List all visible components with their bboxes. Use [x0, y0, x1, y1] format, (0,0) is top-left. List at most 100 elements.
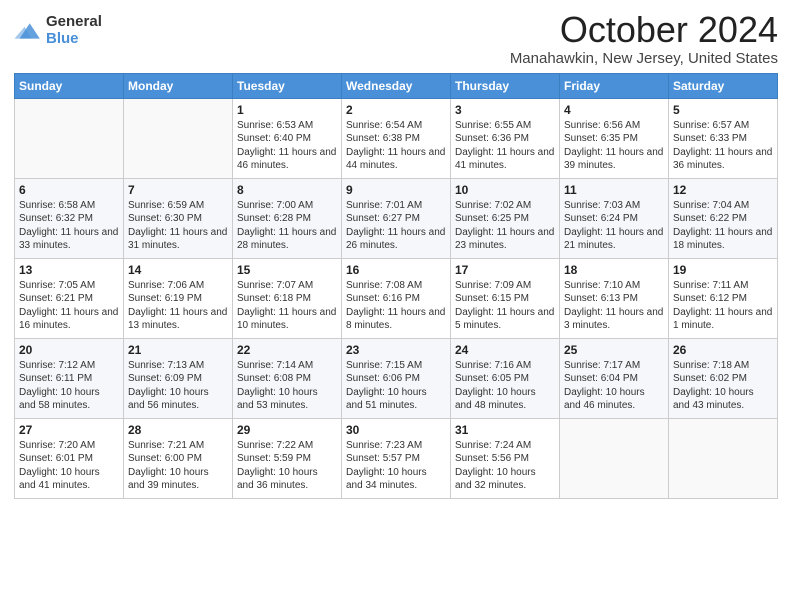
location-title: Manahawkin, New Jersey, United States	[510, 50, 778, 67]
calendar-cell: 9 Sunrise: 7:01 AM Sunset: 6:27 PM Daylig…	[342, 178, 451, 258]
calendar-cell: 21Sunrise: 7:13 AM Sunset: 6:09 PM Dayli…	[124, 338, 233, 418]
cell-content: Sunrise: 6:56 AM Sunset: 6:35 PM Dayligh…	[564, 119, 664, 173]
day-number: 19	[673, 263, 773, 277]
logo-general: General	[46, 14, 102, 31]
day-number: 16	[346, 263, 446, 277]
cell-content: Sunrise: 6:53 AM Sunset: 6:40 PM Dayligh…	[237, 119, 337, 173]
page: General Blue October 2024 Manahawkin, Ne…	[0, 0, 792, 612]
calendar-week-row: 20 Sunrise: 7:12 AM Sunset: 6:11 PM Dayli…	[15, 338, 778, 418]
calendar-cell: 29Sunrise: 7:22 AM Sunset: 5:59 PM Dayli…	[233, 418, 342, 498]
calendar-cell: 30 Sunrise: 7:23 AM Sunset: 5:57 PM Dayli…	[342, 418, 451, 498]
cell-content: Sunrise: 7:15 AM Sunset: 6:06 PM Dayligh…	[346, 359, 446, 413]
col-sunday: Sunday	[15, 73, 124, 98]
day-number: 3	[455, 103, 555, 117]
calendar-cell: 23 Sunrise: 7:15 AM Sunset: 6:06 PM Dayli…	[342, 338, 451, 418]
day-number: 23	[346, 343, 446, 357]
day-number: 2	[346, 103, 446, 117]
day-number: 14	[128, 263, 228, 277]
day-number: 6	[19, 183, 119, 197]
day-number: 29	[237, 423, 337, 437]
cell-content: Sunrise: 7:10 AM Sunset: 6:13 PM Dayligh…	[564, 279, 664, 333]
day-number: 4	[564, 103, 664, 117]
calendar-cell: 20 Sunrise: 7:12 AM Sunset: 6:11 PM Dayli…	[15, 338, 124, 418]
calendar-cell: 1 Sunrise: 6:53 AM Sunset: 6:40 PM Daylig…	[233, 98, 342, 178]
calendar-cell	[15, 98, 124, 178]
calendar-cell: 16Sunrise: 7:08 AM Sunset: 6:16 PM Dayli…	[342, 258, 451, 338]
title-block: October 2024 Manahawkin, New Jersey, Uni…	[510, 10, 778, 67]
cell-content: Sunrise: 6:55 AM Sunset: 6:36 PM Dayligh…	[455, 119, 555, 173]
calendar-week-row: 6Sunrise: 6:58 AM Sunset: 6:32 PM Daylig…	[15, 178, 778, 258]
cell-content: Sunrise: 7:14 AM Sunset: 6:08 PM Dayligh…	[237, 359, 337, 413]
day-number: 24	[455, 343, 555, 357]
day-number: 25	[564, 343, 664, 357]
day-number: 20	[19, 343, 119, 357]
cell-content: Sunrise: 7:12 AM Sunset: 6:11 PM Dayligh…	[19, 359, 119, 413]
day-number: 31	[455, 423, 555, 437]
day-number: 8	[237, 183, 337, 197]
logo-icon	[14, 20, 42, 42]
cell-content: Sunrise: 7:01 AM Sunset: 6:27 PM Dayligh…	[346, 199, 446, 253]
calendar-cell: 24 Sunrise: 7:16 AM Sunset: 6:05 PM Dayli…	[451, 338, 560, 418]
cell-content: Sunrise: 6:57 AM Sunset: 6:33 PM Dayligh…	[673, 119, 773, 173]
cell-content: Sunrise: 7:23 AM Sunset: 5:57 PM Dayligh…	[346, 439, 446, 493]
day-number: 7	[128, 183, 228, 197]
day-number: 10	[455, 183, 555, 197]
day-number: 30	[346, 423, 446, 437]
col-saturday: Saturday	[669, 73, 778, 98]
cell-content: Sunrise: 7:07 AM Sunset: 6:18 PM Dayligh…	[237, 279, 337, 333]
day-number: 27	[19, 423, 119, 437]
calendar-header-row: Sunday Monday Tuesday Wednesday Thursday…	[15, 73, 778, 98]
col-wednesday: Wednesday	[342, 73, 451, 98]
col-thursday: Thursday	[451, 73, 560, 98]
calendar-cell: 19Sunrise: 7:11 AM Sunset: 6:12 PM Dayli…	[669, 258, 778, 338]
calendar-week-row: 27 Sunrise: 7:20 AM Sunset: 6:01 PM Dayli…	[15, 418, 778, 498]
calendar-cell: 11 Sunrise: 7:03 AM Sunset: 6:24 PM Dayli…	[560, 178, 669, 258]
logo: General Blue	[14, 14, 102, 47]
cell-content: Sunrise: 7:17 AM Sunset: 6:04 PM Dayligh…	[564, 359, 664, 413]
calendar-cell: 10 Sunrise: 7:02 AM Sunset: 6:25 PM Dayli…	[451, 178, 560, 258]
calendar-cell: 14Sunrise: 7:06 AM Sunset: 6:19 PM Dayli…	[124, 258, 233, 338]
calendar-cell: 5 Sunrise: 6:57 AM Sunset: 6:33 PM Daylig…	[669, 98, 778, 178]
calendar-week-row: 13 Sunrise: 7:05 AM Sunset: 6:21 PM Dayli…	[15, 258, 778, 338]
calendar-cell: 13 Sunrise: 7:05 AM Sunset: 6:21 PM Dayli…	[15, 258, 124, 338]
cell-content: Sunrise: 7:02 AM Sunset: 6:25 PM Dayligh…	[455, 199, 555, 253]
calendar-week-row: 1 Sunrise: 6:53 AM Sunset: 6:40 PM Daylig…	[15, 98, 778, 178]
day-number: 11	[564, 183, 664, 197]
calendar-cell: 8 Sunrise: 7:00 AM Sunset: 6:28 PM Daylig…	[233, 178, 342, 258]
cell-content: Sunrise: 7:24 AM Sunset: 5:56 PM Dayligh…	[455, 439, 555, 493]
cell-content: Sunrise: 7:20 AM Sunset: 6:01 PM Dayligh…	[19, 439, 119, 493]
calendar-cell: 18Sunrise: 7:10 AM Sunset: 6:13 PM Dayli…	[560, 258, 669, 338]
cell-content: Sunrise: 7:04 AM Sunset: 6:22 PM Dayligh…	[673, 199, 773, 253]
cell-content: Sunrise: 7:09 AM Sunset: 6:15 PM Dayligh…	[455, 279, 555, 333]
cell-content: Sunrise: 7:16 AM Sunset: 6:05 PM Dayligh…	[455, 359, 555, 413]
cell-content: Sunrise: 7:13 AM Sunset: 6:09 PM Dayligh…	[128, 359, 228, 413]
cell-content: Sunrise: 7:18 AM Sunset: 6:02 PM Dayligh…	[673, 359, 773, 413]
calendar-cell	[560, 418, 669, 498]
day-number: 26	[673, 343, 773, 357]
cell-content: Sunrise: 7:21 AM Sunset: 6:00 PM Dayligh…	[128, 439, 228, 493]
calendar-cell: 4 Sunrise: 6:56 AM Sunset: 6:35 PM Daylig…	[560, 98, 669, 178]
calendar-cell	[669, 418, 778, 498]
day-number: 5	[673, 103, 773, 117]
day-number: 1	[237, 103, 337, 117]
calendar-cell: 6Sunrise: 6:58 AM Sunset: 6:32 PM Daylig…	[15, 178, 124, 258]
calendar-table: Sunday Monday Tuesday Wednesday Thursday…	[14, 73, 778, 499]
calendar-cell: 3 Sunrise: 6:55 AM Sunset: 6:36 PM Daylig…	[451, 98, 560, 178]
cell-content: Sunrise: 7:05 AM Sunset: 6:21 PM Dayligh…	[19, 279, 119, 333]
calendar-cell: 7Sunrise: 6:59 AM Sunset: 6:30 PM Daylig…	[124, 178, 233, 258]
day-number: 12	[673, 183, 773, 197]
col-monday: Monday	[124, 73, 233, 98]
cell-content: Sunrise: 7:00 AM Sunset: 6:28 PM Dayligh…	[237, 199, 337, 253]
calendar-cell: 15 Sunrise: 7:07 AM Sunset: 6:18 PM Dayli…	[233, 258, 342, 338]
logo-blue: Blue	[46, 31, 102, 48]
calendar-cell: 17Sunrise: 7:09 AM Sunset: 6:15 PM Dayli…	[451, 258, 560, 338]
calendar-cell: 22Sunrise: 7:14 AM Sunset: 6:08 PM Dayli…	[233, 338, 342, 418]
calendar-cell: 28Sunrise: 7:21 AM Sunset: 6:00 PM Dayli…	[124, 418, 233, 498]
calendar-cell: 12 Sunrise: 7:04 AM Sunset: 6:22 PM Dayli…	[669, 178, 778, 258]
calendar-cell: 26 Sunrise: 7:18 AM Sunset: 6:02 PM Dayli…	[669, 338, 778, 418]
day-number: 15	[237, 263, 337, 277]
cell-content: Sunrise: 7:03 AM Sunset: 6:24 PM Dayligh…	[564, 199, 664, 253]
day-number: 9	[346, 183, 446, 197]
calendar-cell: 2Sunrise: 6:54 AM Sunset: 6:38 PM Daylig…	[342, 98, 451, 178]
day-number: 13	[19, 263, 119, 277]
